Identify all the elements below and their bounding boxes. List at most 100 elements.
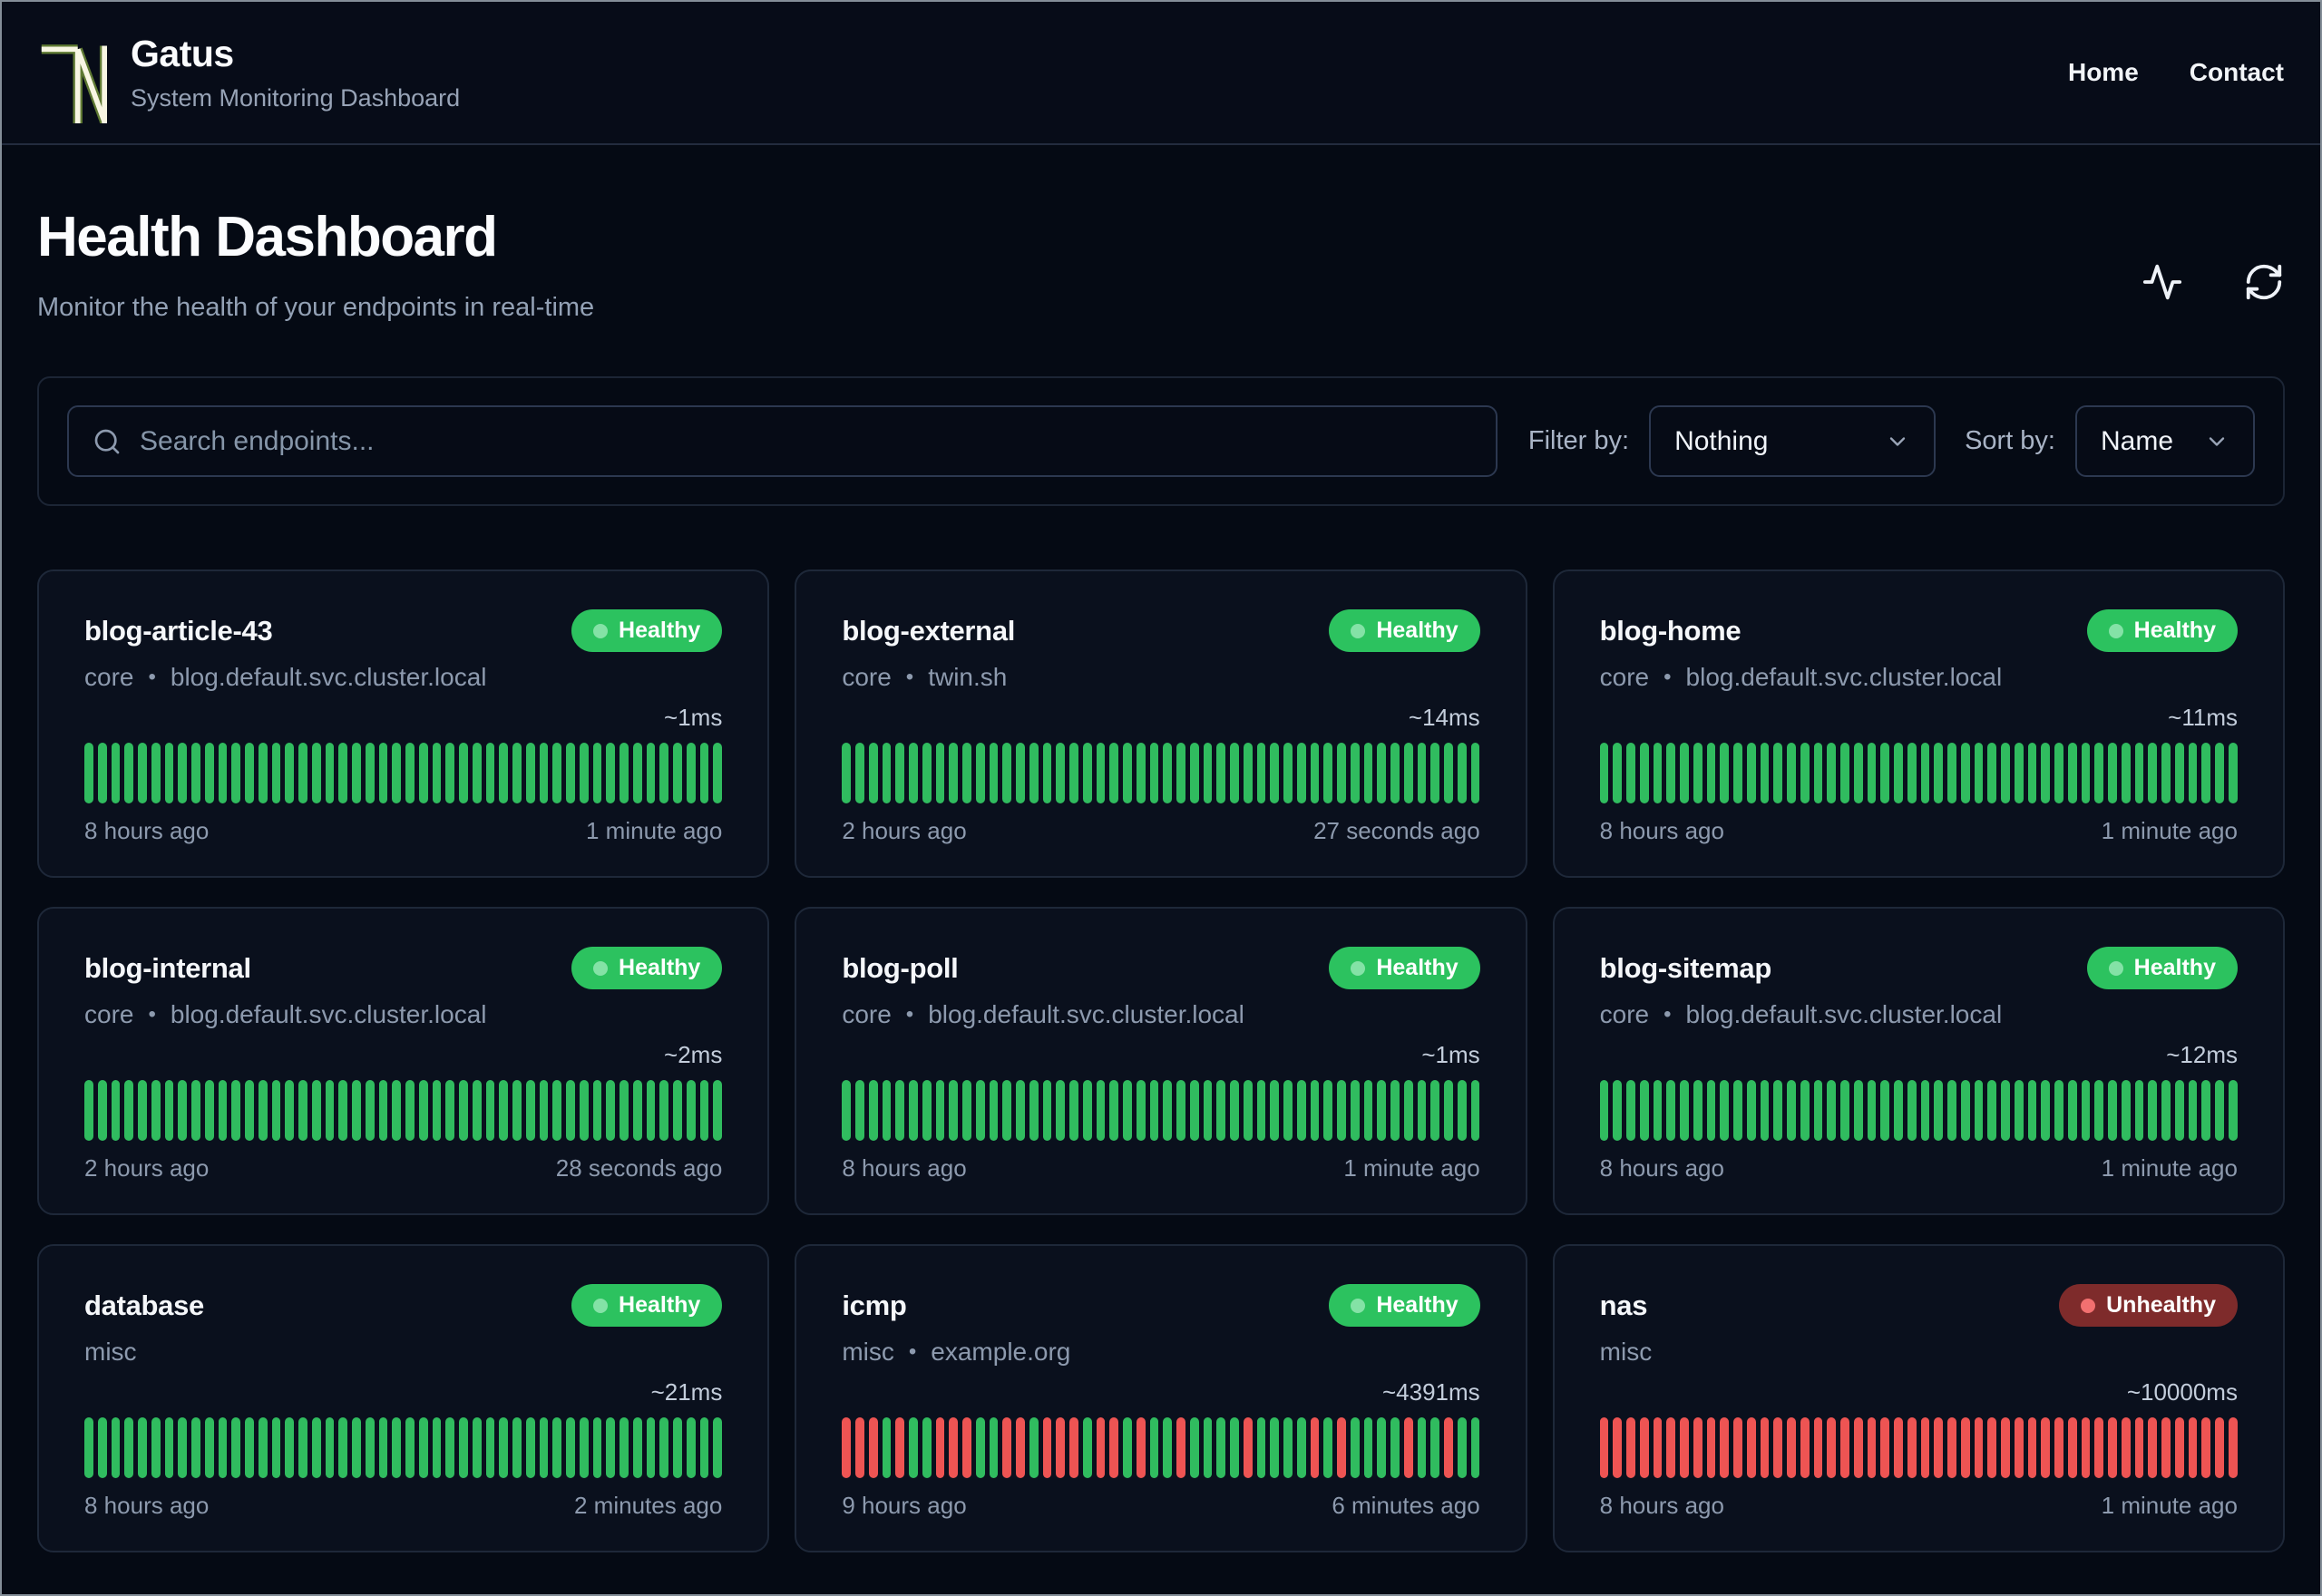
history-bar-up[interactable] [1666, 1080, 1676, 1141]
history-bar-up[interactable] [949, 1080, 959, 1141]
history-bar-down[interactable] [2067, 1417, 2077, 1478]
history-bar-up[interactable] [2067, 1080, 2077, 1141]
history-bar-up[interactable] [2014, 1080, 2024, 1141]
history-bar-up[interactable] [1626, 743, 1635, 803]
history-bar-down[interactable] [2054, 1417, 2063, 1478]
history-bar-up[interactable] [512, 743, 522, 803]
history-bar-down[interactable] [1042, 1417, 1052, 1478]
history-bar-up[interactable] [620, 1080, 629, 1141]
history-bar-up[interactable] [1760, 1080, 1770, 1141]
history-bar-up[interactable] [552, 1080, 561, 1141]
history-bar-up[interactable] [1216, 743, 1226, 803]
history-bar-up[interactable] [2027, 1080, 2037, 1141]
history-bar-down[interactable] [1096, 1417, 1106, 1478]
history-bar-up[interactable] [231, 743, 240, 803]
uptime-history-bars[interactable] [842, 1417, 1480, 1478]
history-bar-up[interactable] [97, 1080, 107, 1141]
history-bar-up[interactable] [325, 743, 335, 803]
history-bar-up[interactable] [1256, 1080, 1266, 1141]
history-bar-up[interactable] [1787, 743, 1796, 803]
history-bar-up[interactable] [1270, 743, 1280, 803]
history-bar-up[interactable] [1907, 1080, 1917, 1141]
history-bar-down[interactable] [962, 1417, 971, 1478]
history-bar-up[interactable] [1042, 743, 1052, 803]
history-bar-up[interactable] [1189, 1417, 1199, 1478]
history-bar-up[interactable] [191, 743, 200, 803]
history-bar-up[interactable] [620, 743, 629, 803]
history-bar-up[interactable] [1430, 1080, 1440, 1141]
history-bar-up[interactable] [2215, 743, 2224, 803]
history-bar-up[interactable] [445, 743, 454, 803]
history-bar-up[interactable] [1042, 1080, 1052, 1141]
history-bar-up[interactable] [1840, 743, 1849, 803]
endpoint-card[interactable]: database Healthy misc ~21ms 8 hours ago … [37, 1244, 770, 1552]
history-bar-up[interactable] [1639, 1080, 1649, 1141]
history-bar-up[interactable] [2041, 1080, 2051, 1141]
history-bar-up[interactable] [592, 1417, 602, 1478]
history-bar-up[interactable] [606, 743, 615, 803]
history-bar-up[interactable] [499, 1080, 508, 1141]
history-bar-down[interactable] [1613, 1417, 1623, 1478]
history-bar-down[interactable] [1109, 1417, 1119, 1478]
history-bar-up[interactable] [1082, 1417, 1092, 1478]
history-bar-up[interactable] [1706, 1080, 1716, 1141]
history-bar-up[interactable] [1163, 1080, 1173, 1141]
history-bar-up[interactable] [2188, 1080, 2198, 1141]
history-bar-down[interactable] [1310, 1417, 1320, 1478]
history-bar-up[interactable] [111, 743, 121, 803]
history-bar-up[interactable] [352, 1080, 361, 1141]
history-bar-up[interactable] [378, 743, 388, 803]
history-bar-up[interactable] [842, 743, 852, 803]
history-bar-up[interactable] [1337, 743, 1346, 803]
nav-link-home[interactable]: Home [2068, 58, 2139, 87]
history-bar-up[interactable] [552, 1417, 561, 1478]
history-bar-up[interactable] [646, 743, 656, 803]
history-bar-up[interactable] [1216, 1417, 1226, 1478]
uptime-history-bars[interactable] [1599, 1417, 2238, 1478]
history-bar-up[interactable] [1653, 743, 1663, 803]
history-bar-up[interactable] [298, 1417, 307, 1478]
history-bar-up[interactable] [686, 1080, 696, 1141]
history-bar-up[interactable] [1947, 1080, 1956, 1141]
history-bar-up[interactable] [566, 1417, 575, 1478]
history-bar-up[interactable] [1840, 1080, 1849, 1141]
history-bar-down[interactable] [2228, 1417, 2238, 1478]
history-bar-up[interactable] [1256, 743, 1266, 803]
history-bar-up[interactable] [459, 1080, 468, 1141]
history-bar-up[interactable] [1827, 743, 1837, 803]
history-bar-up[interactable] [124, 743, 133, 803]
history-bar-up[interactable] [2001, 743, 2010, 803]
history-bar-down[interactable] [1666, 1417, 1676, 1478]
history-bar-down[interactable] [1069, 1417, 1078, 1478]
history-bar-down[interactable] [1787, 1417, 1796, 1478]
history-bar-up[interactable] [2188, 743, 2198, 803]
endpoint-card[interactable]: nas Unhealthy misc ~10000ms 8 hours ago … [1552, 1244, 2285, 1552]
history-bar-up[interactable] [218, 1417, 228, 1478]
history-bar-down[interactable] [1987, 1417, 1997, 1478]
history-bar-up[interactable] [352, 1417, 361, 1478]
endpoint-card[interactable]: blog-home Healthy core • blog.default.sv… [1552, 569, 2285, 878]
history-bar-up[interactable] [1746, 1080, 1756, 1141]
history-bar-up[interactable] [1230, 1417, 1239, 1478]
history-bar-down[interactable] [1907, 1417, 1917, 1478]
history-bar-down[interactable] [1880, 1417, 1890, 1478]
history-bar-up[interactable] [659, 1417, 668, 1478]
history-bar-up[interactable] [445, 1417, 454, 1478]
history-bar-up[interactable] [271, 743, 281, 803]
history-bar-up[interactable] [2094, 1080, 2104, 1141]
history-bar-up[interactable] [178, 743, 187, 803]
history-bar-up[interactable] [2228, 743, 2238, 803]
history-bar-down[interactable] [1693, 1417, 1702, 1478]
history-bar-up[interactable] [592, 1080, 602, 1141]
history-bar-down[interactable] [1746, 1417, 1756, 1478]
history-bar-up[interactable] [1894, 743, 1903, 803]
history-bar-up[interactable] [673, 1417, 682, 1478]
history-bar-up[interactable] [138, 1080, 147, 1141]
history-bar-down[interactable] [935, 1417, 945, 1478]
endpoint-card[interactable]: blog-internal Healthy core • blog.defaul… [37, 907, 770, 1215]
history-bar-up[interactable] [989, 1080, 999, 1141]
history-bar-up[interactable] [1599, 1080, 1609, 1141]
history-bar-up[interactable] [164, 1417, 174, 1478]
history-bar-up[interactable] [2134, 743, 2144, 803]
history-bar-up[interactable] [1693, 743, 1702, 803]
